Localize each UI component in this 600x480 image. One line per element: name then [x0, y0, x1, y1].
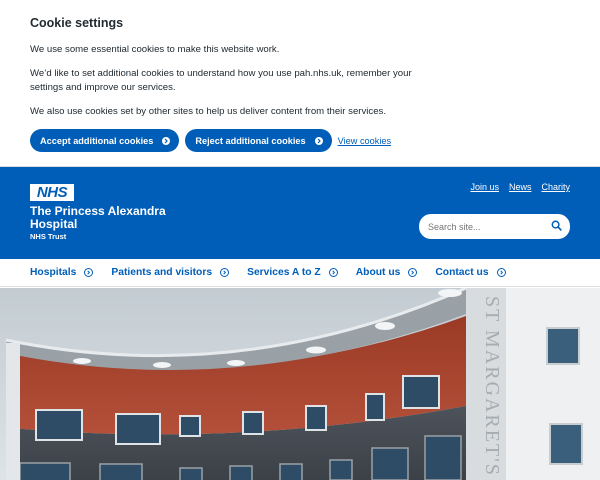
header-links: Join us News Charity: [460, 182, 570, 192]
chevron-down-icon: [328, 268, 338, 277]
nhs-logo-text: NHS: [36, 184, 68, 201]
charity-link[interactable]: Charity: [541, 182, 570, 192]
nav-item-about-us[interactable]: About us: [356, 267, 418, 278]
main-navigation: Hospitals Patients and visitors Services…: [0, 259, 600, 287]
org-name-line2: Hospital: [30, 217, 78, 231]
view-cookies-link[interactable]: View cookies: [338, 136, 391, 146]
nav-item-label: Hospitals: [30, 267, 77, 278]
nhs-logo[interactable]: NHS: [30, 184, 74, 201]
cookie-title: Cookie settings: [30, 16, 124, 30]
search-box: [419, 214, 570, 239]
chevron-down-icon: [84, 268, 94, 277]
cookie-actions: Accept additional cookies Reject additio…: [30, 129, 570, 152]
nav-item-label: About us: [355, 267, 401, 278]
join-us-link[interactable]: Join us: [470, 182, 499, 192]
cookie-text-third-party: We also use cookies set by other sites t…: [30, 106, 387, 117]
cookie-banner: Cookie settings We use some essential co…: [0, 0, 600, 167]
nav-item-label: Patients and visitors: [111, 267, 213, 278]
reject-cookies-button[interactable]: Reject additional cookies: [185, 129, 332, 152]
cookie-text-essential: We use some essential cookies to make th…: [30, 44, 280, 55]
org-name-line3: NHS Trust: [30, 232, 67, 241]
nav-item-label: Contact us: [435, 267, 489, 278]
chevron-right-icon: [314, 136, 323, 145]
nav-item-label: Services A to Z: [247, 267, 321, 278]
chevron-down-icon: [496, 268, 506, 277]
nav-item-patients-and-visitors[interactable]: Patients and visitors: [111, 267, 230, 278]
building-sign: ST MARGARET'S: [481, 296, 503, 477]
nav-item-services-a-to-z[interactable]: Services A to Z: [247, 267, 338, 278]
search-input[interactable]: [428, 221, 538, 232]
hero-image: ST MARGARET'S: [0, 288, 600, 480]
accept-cookies-button[interactable]: Accept additional cookies: [30, 129, 180, 152]
chevron-right-icon: [162, 136, 171, 145]
accept-cookies-label: Accept additional cookies: [40, 135, 154, 146]
search-icon[interactable]: [551, 218, 562, 236]
news-link[interactable]: News: [509, 182, 532, 192]
nav-item-contact-us[interactable]: Contact us: [435, 267, 506, 278]
hospital-building-illustration: ST MARGARET'S: [0, 288, 600, 480]
cookie-text-additional: We’d like to set additional cookies to u…: [30, 68, 412, 93]
site-header: NHS The Princess Alexandra Hospital NHS …: [0, 167, 600, 259]
organisation-name[interactable]: The Princess Alexandra Hospital NHS Trus…: [30, 205, 166, 242]
chevron-down-icon: [220, 268, 230, 277]
reject-cookies-label: Reject additional cookies: [195, 135, 306, 146]
chevron-down-icon: [408, 268, 418, 277]
nav-item-hospitals[interactable]: Hospitals: [30, 267, 94, 278]
